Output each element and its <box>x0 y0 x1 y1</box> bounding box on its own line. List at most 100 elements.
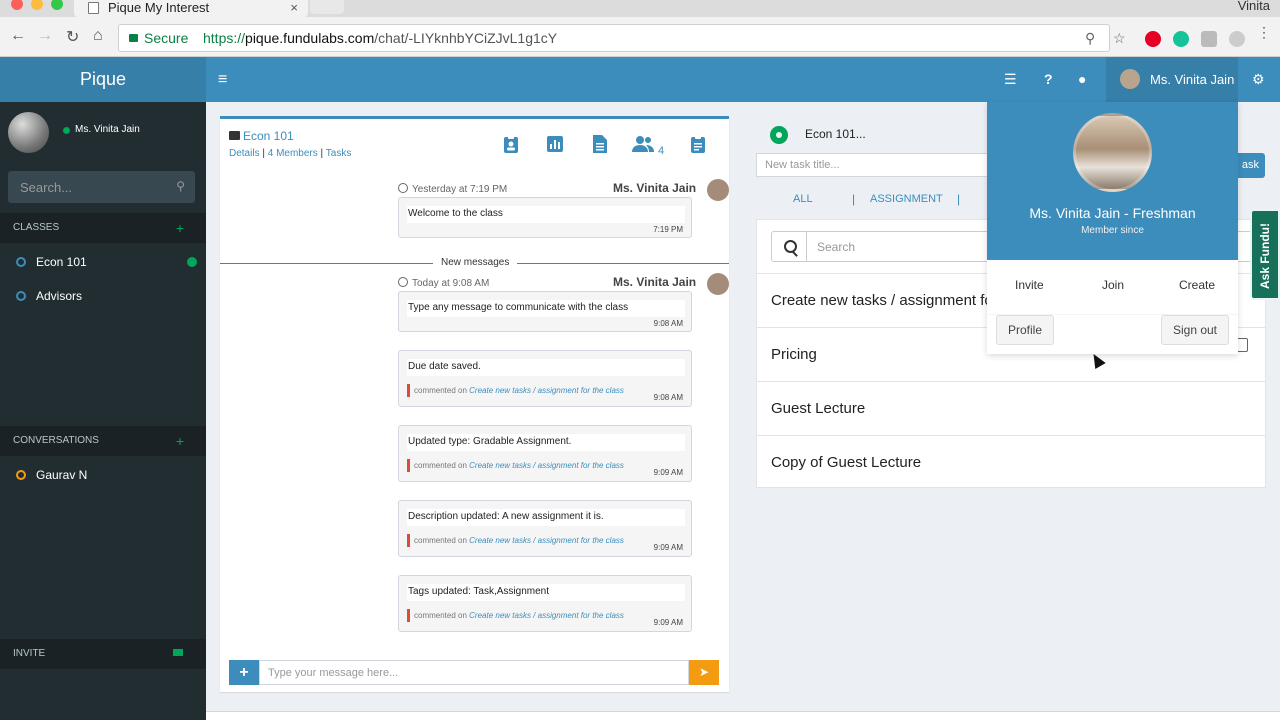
tab-assignment[interactable]: ASSIGNMENT <box>870 193 943 205</box>
comment-reference: commented on Create new tasks / assignme… <box>407 534 624 547</box>
comments-icon[interactable]: ● <box>1078 71 1086 87</box>
tab-close-icon[interactable]: × <box>290 0 298 15</box>
message-time: 7:19 PM <box>653 225 683 234</box>
sign-out-button[interactable]: Sign out <box>1161 315 1229 345</box>
user-menu-toggle[interactable]: Ms. Vinita Jain <box>1106 57 1238 102</box>
sidebar-search-input[interactable] <box>8 171 168 203</box>
classes-header-label: CLASSES <box>13 222 60 233</box>
sidebar-item-advisors[interactable]: Advisors <box>0 281 206 311</box>
extension-icon[interactable] <box>1201 31 1217 47</box>
details-link[interactable]: Details <box>229 148 260 159</box>
bar-chart-icon[interactable] <box>546 135 563 153</box>
join-link[interactable]: Join <box>1102 278 1124 292</box>
sidebar-item-econ-101[interactable]: Econ 101 <box>0 247 206 277</box>
circle-icon <box>16 291 26 301</box>
task-link[interactable]: Create new tasks / assignment for the cl… <box>469 611 624 620</box>
add-conversation-button[interactable]: + <box>176 426 184 456</box>
separator: | <box>262 148 265 159</box>
message-input[interactable] <box>259 660 689 685</box>
new-tab-button[interactable] <box>310 0 344 14</box>
extension-circle-icon[interactable] <box>1229 31 1245 47</box>
minimize-window-dot[interactable] <box>31 0 43 10</box>
ask-fundu-button[interactable]: Ask Fundu! <box>1250 209 1280 300</box>
forward-icon[interactable]: → <box>37 27 53 45</box>
sidebar-item-gaurav-n[interactable]: Gaurav N <box>0 460 206 490</box>
chat-class-name: Econ 101 <box>243 129 294 143</box>
os-user-name[interactable]: Vinita <box>1238 0 1270 13</box>
clipboard-user-icon[interactable] <box>502 135 518 153</box>
message-bubble: Welcome to the class 7:19 PM <box>398 197 692 238</box>
comment-prefix: commented on <box>414 386 467 395</box>
message-timestamp: Today at 9:08 AM <box>398 276 489 289</box>
clock-icon <box>398 277 408 287</box>
tab-separator: | <box>852 192 856 206</box>
online-status-icon <box>187 257 197 267</box>
grammarly-extension-icon[interactable] <box>1173 31 1189 47</box>
message-meta-text: Yesterday at 7:19 PM <box>412 184 508 195</box>
message-text: Description updated: A new assignment it… <box>407 509 685 526</box>
search-icon[interactable]: ⚲ <box>176 179 185 193</box>
list-icon[interactable]: ☰ <box>1004 71 1017 88</box>
tasks-link[interactable]: Tasks <box>326 148 352 159</box>
app-header: Pique ≡ ☰ ? ● Ms. Vinita Jain ⚙ <box>0 57 1280 102</box>
maximize-window-dot[interactable] <box>51 0 63 10</box>
message-time: 9:08 AM <box>653 319 683 328</box>
task-class-label: Econ 101... <box>805 127 866 141</box>
invite-header-label: INVITE <box>13 648 46 659</box>
clipboard-list-icon[interactable] <box>689 135 705 153</box>
members-link[interactable]: 4 Members <box>268 148 318 159</box>
zoom-icon[interactable]: ⚲ <box>1085 30 1095 47</box>
avatar <box>707 273 729 295</box>
comment-prefix: commented on <box>414 461 467 470</box>
gear-icon[interactable] <box>770 126 788 144</box>
secure-label: Secure <box>144 30 189 46</box>
close-window-dot[interactable] <box>11 0 23 10</box>
envelope-icon[interactable] <box>173 649 183 656</box>
chat-title[interactable]: Econ 101 <box>229 129 294 143</box>
sidebar-item-label: Gaurav N <box>36 468 88 482</box>
message-time: 9:08 AM <box>653 393 683 402</box>
message-bubble: Type any message to communicate with the… <box>398 291 692 332</box>
back-icon[interactable]: ← <box>10 27 26 45</box>
task-link[interactable]: Create new tasks / assignment for the cl… <box>469 386 624 395</box>
create-link[interactable]: Create <box>1179 278 1215 292</box>
url-host: pique.fundulabs.com <box>245 30 375 46</box>
invite-link[interactable]: Invite <box>1015 278 1044 292</box>
tab-all[interactable]: ALL <box>793 193 813 205</box>
member-since-label: Member since <box>1081 225 1144 236</box>
list-item[interactable]: Guest Lecture <box>757 381 1265 435</box>
reload-icon[interactable]: ↻ <box>66 27 79 47</box>
new-task-input[interactable] <box>756 153 996 177</box>
send-button[interactable]: ➤ <box>689 660 719 685</box>
message-time: 9:09 AM <box>653 468 683 477</box>
task-link[interactable]: Create new tasks / assignment for the cl… <box>469 536 624 545</box>
browser-tab[interactable]: Pique My Interest × <box>74 0 308 17</box>
message-time: 9:09 AM <box>653 543 683 552</box>
help-icon[interactable]: ? <box>1044 71 1053 87</box>
chat-footer: + ➤ <box>229 660 719 686</box>
dropdown-user-name: Ms. Vinita Jain - Freshman <box>1029 205 1196 221</box>
url-text[interactable]: https://pique.fundulabs.com/chat/-LIYknh… <box>203 30 557 46</box>
app-logo[interactable]: Pique <box>0 57 206 102</box>
group-icon[interactable] <box>632 135 654 153</box>
task-link[interactable]: Create new tasks / assignment for the cl… <box>469 461 624 470</box>
search-icon[interactable] <box>771 231 807 262</box>
add-class-button[interactable]: + <box>176 213 184 243</box>
home-icon[interactable]: ⌂ <box>93 27 103 45</box>
add-attachment-button[interactable]: + <box>229 660 259 685</box>
list-item[interactable]: Copy of Guest Lecture <box>757 435 1265 489</box>
profile-button[interactable]: Profile <box>996 315 1054 345</box>
sidebar-user-name: Ms. Vinita Jain <box>75 124 140 135</box>
hamburger-menu-icon[interactable]: ≡ <box>218 71 227 89</box>
bookmark-star-icon[interactable]: ☆ <box>1113 30 1126 47</box>
avatar[interactable] <box>8 112 49 153</box>
message-text: Type any message to communicate with the… <box>407 300 685 317</box>
address-bar[interactable]: Secure https://pique.fundulabs.com/chat/… <box>118 24 1126 52</box>
secure-indicator[interactable]: Secure <box>129 30 188 46</box>
message-bubble: Due date saved. commented on Create new … <box>398 350 692 407</box>
pinterest-extension-icon[interactable] <box>1145 31 1161 47</box>
settings-gears-icon[interactable]: ⚙ <box>1252 71 1265 88</box>
document-icon[interactable] <box>591 135 607 153</box>
message-bubble: Description updated: A new assignment it… <box>398 500 692 557</box>
browser-menu-icon[interactable]: ⋮ <box>1257 24 1273 40</box>
